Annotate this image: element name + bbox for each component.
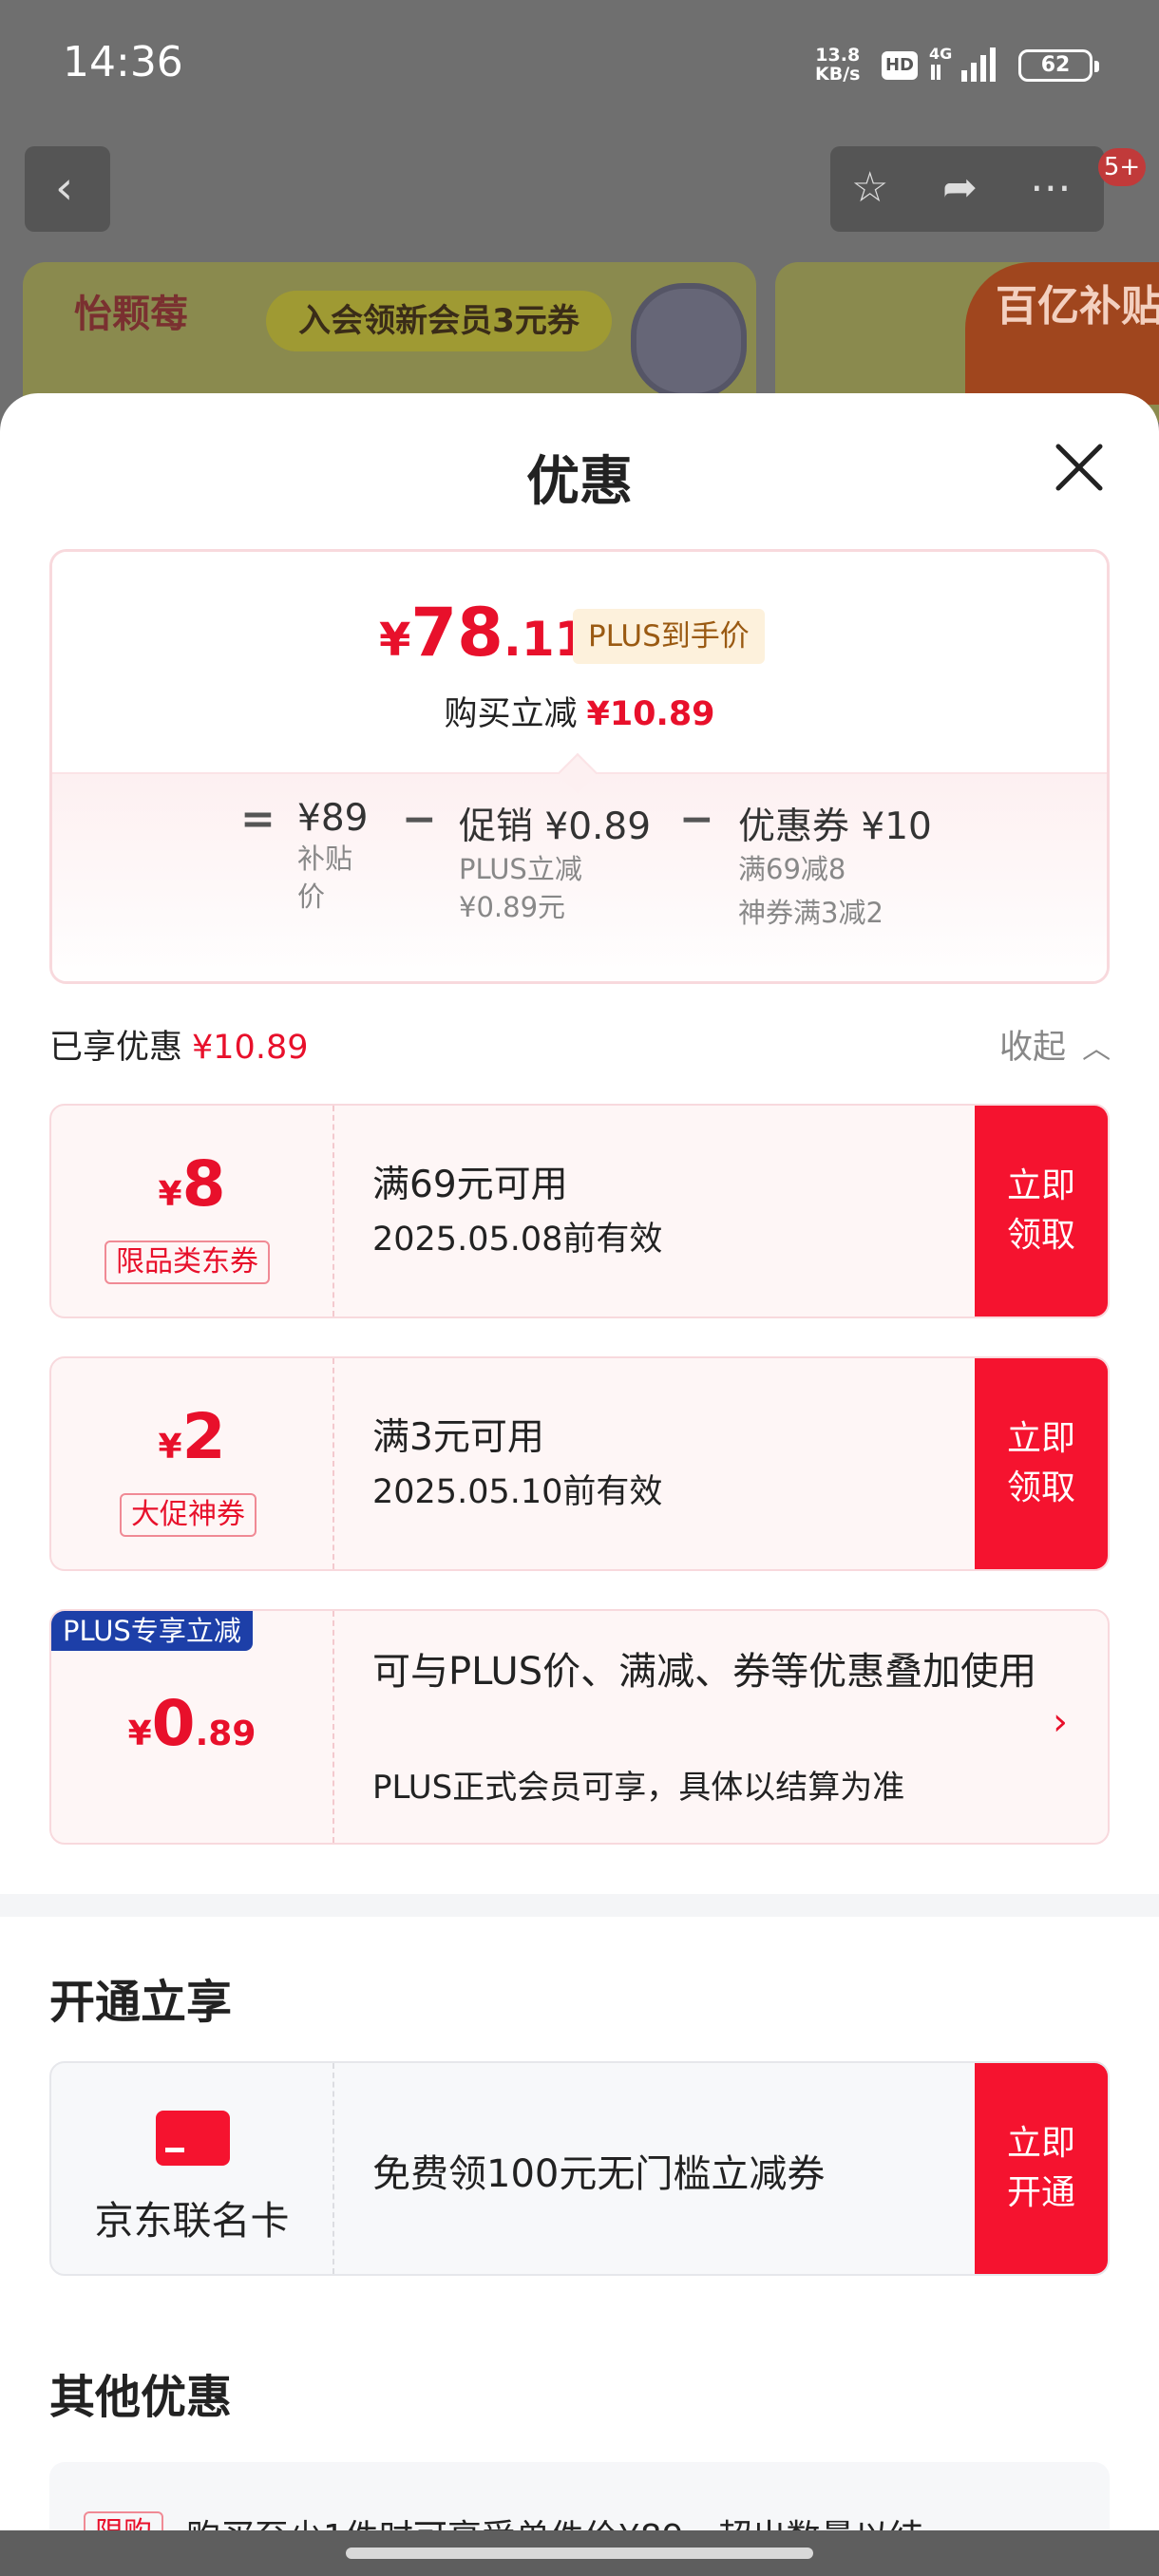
discount-sheet: 优惠 ¥78.11 PLUS到手价 购买立减 ¥10.89 = ¥89 补贴 价 … — [0, 393, 1159, 2576]
coupon-condition: 满3元可用 — [372, 1416, 544, 1459]
share-icon[interactable]: ➦ — [942, 163, 978, 212]
purchase-reduction: 购买立减 ¥10.89 — [444, 695, 715, 733]
coupon-type: 大促神券 — [120, 1493, 256, 1537]
cobrand-offer-desc: 免费领100元无门槛立减券 — [372, 2152, 826, 2196]
more-icon[interactable]: ⋯ — [1030, 163, 1072, 212]
formula-coupon: 优惠券 ¥10 满69减8 神券满3减2 — [738, 805, 932, 929]
plus-price-tag: PLUS到手价 — [573, 609, 765, 664]
coupon-condition: 满69元可用 — [372, 1164, 568, 1206]
plus-exclusive-tag: PLUS专享立减 — [51, 1611, 253, 1651]
battery-icon: 62 — [1018, 49, 1099, 82]
formula-subsidy: ¥89 补贴 价 — [297, 797, 369, 913]
top-actions: ☆ ➦ ⋯ — [830, 146, 1104, 232]
other-section-title: 其他优惠 — [49, 2371, 233, 2424]
open-section-title: 开通立享 — [49, 1976, 233, 2029]
coupon-validity: 2025.05.08前有效 — [372, 1221, 663, 1259]
banner-pill: 入会领新会员3元券 — [266, 291, 612, 351]
chevron-up-icon: ︿ — [1082, 1032, 1112, 1066]
close-icon[interactable] — [1053, 441, 1106, 494]
coupon-value: ¥2 — [158, 1400, 226, 1473]
star-icon[interactable]: ☆ — [851, 163, 888, 212]
coupon-value: ¥8 — [158, 1147, 226, 1221]
claim-coupon-button[interactable]: 立即 领取 — [975, 1358, 1108, 1569]
minus-sign-2: − — [679, 795, 714, 843]
collapse-toggle[interactable]: 收起 ︿ — [999, 1020, 1111, 1069]
brand-logo: 怡颗莓 — [74, 293, 188, 336]
section-divider — [0, 1894, 1159, 1917]
status-bar: 14:36 13.8 KB/s HD 4G 62 — [0, 0, 1159, 133]
certification-seal-icon — [631, 283, 747, 399]
minus-sign: − — [402, 795, 437, 843]
equals-sign: = — [240, 795, 276, 843]
network-speed: 13.8 KB/s — [815, 46, 860, 84]
plus-offer-value: ¥0.89 — [127, 1687, 256, 1760]
navigation-bar — [0, 2530, 1159, 2576]
notification-badge: 5+ — [1098, 148, 1146, 186]
credit-card-icon — [156, 2111, 230, 2166]
cobrand-card-offer: 京东联名卡 免费领100元无门槛立减券 立即 开通 — [49, 2061, 1110, 2276]
sheet-title: 优惠 — [526, 451, 633, 513]
plus-offer-note: PLUS正式会员可享，具体以结算为准 — [372, 1769, 905, 1807]
claim-coupon-button[interactable]: 立即 领取 — [975, 1106, 1108, 1316]
coupon-card: ¥2 大促神券 满3元可用 2025.05.10前有效 立即 领取 — [49, 1356, 1110, 1571]
subsidy-badge: 百亿补贴 — [965, 262, 1159, 405]
formula-promo: 促销 ¥0.89 PLUS立减 ¥0.89元 — [459, 805, 652, 923]
status-time: 14:36 — [63, 38, 183, 86]
enjoyed-discount: 已享优惠 ¥10.89 — [49, 1029, 309, 1067]
price-summary-card: ¥78.11 PLUS到手价 购买立减 ¥10.89 = ¥89 补贴 价 − 促… — [49, 549, 1110, 984]
plus-offer-description: 可与PLUS价、满减、券等优惠叠加使用 — [372, 1650, 1037, 1694]
price-formula: = ¥89 补贴 价 − 促销 ¥0.89 PLUS立减 ¥0.89元 − 优惠… — [52, 772, 1107, 981]
final-price: ¥78.11 — [379, 594, 588, 672]
network-speed-value: 13.8 — [815, 45, 861, 66]
plus-offer-card[interactable]: PLUS专享立减 ¥0.89 可与PLUS价、满减、券等优惠叠加使用 PLUS正… — [49, 1609, 1110, 1845]
cobrand-card-name: 京东联名卡 — [94, 2198, 290, 2244]
open-card-button[interactable]: 立即 开通 — [975, 2063, 1108, 2274]
chevron-right-icon: › — [1053, 1700, 1068, 1744]
network-speed-unit: KB/s — [815, 64, 861, 85]
coupon-validity: 2025.05.10前有效 — [372, 1473, 663, 1511]
coupon-card: ¥8 限品类东券 满69元可用 2025.05.08前有效 立即 领取 — [49, 1104, 1110, 1318]
back-button[interactable]: ‹ — [25, 146, 110, 232]
hd-icon: HD — [882, 51, 918, 80]
network-type-label: 4G — [929, 45, 952, 63]
home-indicator[interactable] — [346, 2548, 813, 2559]
signal-icon: 4G — [929, 45, 996, 82]
chevron-left-icon: ‹ — [55, 161, 74, 215]
coupon-type: 限品类东券 — [104, 1241, 270, 1284]
